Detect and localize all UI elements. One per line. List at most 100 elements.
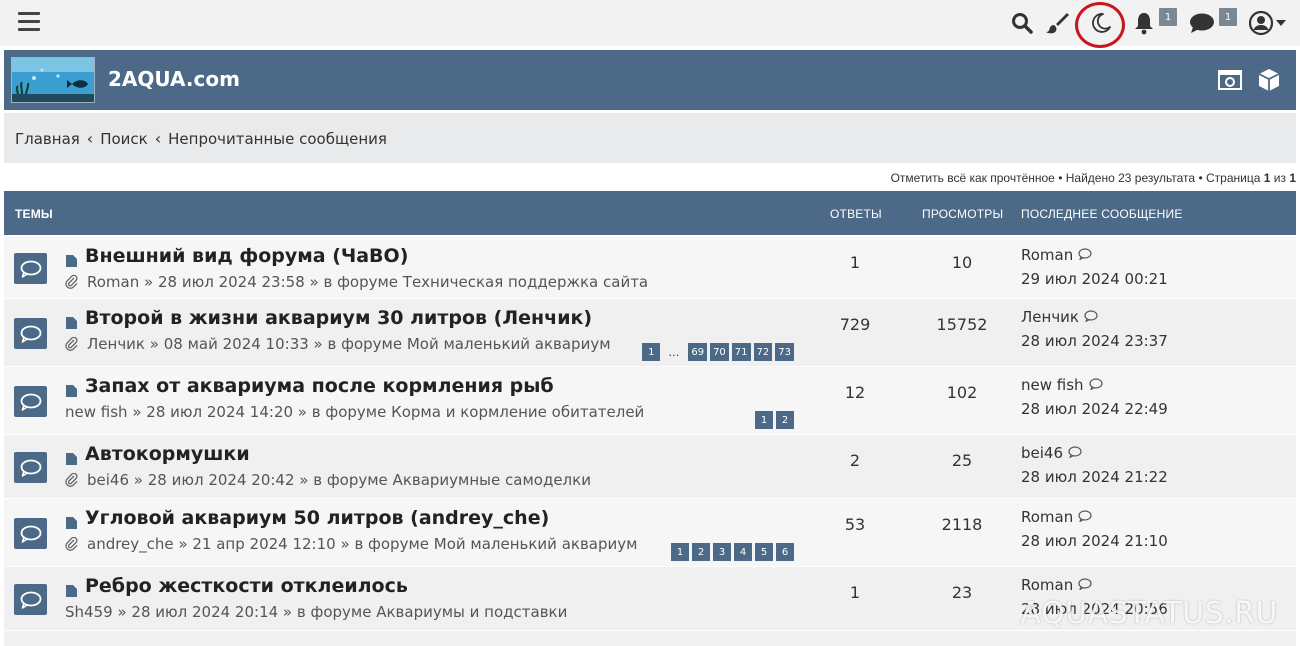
topic-date: » 28 июл 2024 14:20 » [132,403,307,421]
page-link[interactable]: 69 [688,343,708,361]
col-replies: ОТВЕТЫ [830,207,882,221]
messages-button[interactable]: 1 [1189,0,1237,46]
watermark: AQUASTATUS.RU [1020,596,1278,631]
page-link[interactable]: 1 [642,343,661,361]
mark-all-read-link[interactable]: Отметить всё как прочтённое [891,171,1055,185]
topic-author[interactable]: Sh459 [65,603,113,621]
gallery-icon[interactable] [1218,68,1242,96]
page-link[interactable]: 4 [734,543,752,561]
page-link[interactable]: 3 [713,543,731,561]
topic-author[interactable]: andrey_che [87,535,174,553]
replies-count: 12 [844,383,866,402]
table-row[interactable]: Второй в жизни аквариум 30 литров (Ленчи… [4,298,1296,366]
last-post-user[interactable]: Roman [1021,508,1168,526]
search-icon[interactable] [1011,0,1033,46]
last-post-user[interactable]: Roman [1021,576,1168,594]
topic-meta: andrey_che » 21 апр 2024 12:10 » в форум… [65,535,637,553]
last-post-date: 28 июл 2024 21:10 [1021,532,1168,550]
go-to-post-icon[interactable] [1084,376,1103,394]
go-to-post-icon[interactable] [1073,508,1092,526]
breadcrumb-unread[interactable]: Непрочитанные сообщения [168,130,387,148]
last-post: Roman 28 июл 2024 21:10 [1021,508,1168,550]
highlight-ring [1075,2,1125,48]
last-post-user[interactable]: Ленчик [1021,308,1168,326]
topic-date: » 28 июл 2024 20:14 » [117,603,293,621]
user-menu-button[interactable] [1249,0,1286,46]
breadcrumb-home[interactable]: Главная [15,130,80,148]
last-post-user[interactable]: bei46 [1021,444,1168,462]
site-title[interactable]: 2AQUA.com [108,67,240,91]
attachment-icon [65,337,79,351]
topic-author[interactable]: Roman [87,273,139,291]
topic-icon[interactable] [14,253,47,284]
views-count: 2118 [941,515,983,534]
page-current: 1 [1263,171,1271,185]
topic-pagination: 1 … 69 70 71 72 73 [639,343,794,361]
last-post-user[interactable]: Roman [1021,246,1168,264]
document-icon [66,250,77,267]
page-link[interactable]: 2 [776,411,794,429]
topic-title[interactable]: Запах от аквариума после кормления рыб [66,375,554,397]
last-post-user[interactable]: new fish [1021,376,1168,394]
action-bar: Отметить всё как прочтённое • Найдено 23… [891,171,1296,185]
menu-icon[interactable] [18,12,40,32]
chat-icon [1190,13,1214,33]
topic-author[interactable]: bei46 [87,471,129,489]
go-to-post-icon[interactable] [1079,308,1098,326]
col-views: ПРОСМОТРЫ [922,207,1004,221]
topic-title[interactable]: Автокормушки [66,443,250,465]
topic-forum[interactable]: в форуме Аквариумы и подставки [297,603,567,621]
page-link[interactable]: 1 [671,543,689,561]
topic-title[interactable]: Ребро жесткости отклеилось [66,575,408,597]
topic-author[interactable]: Ленчик [87,335,145,353]
go-to-post-icon[interactable] [1073,576,1092,594]
topic-icon[interactable] [14,386,47,417]
topic-forum[interactable]: в форуме Мой маленький аквариум [354,535,637,553]
go-to-post-icon[interactable] [1073,246,1092,264]
topic-icon[interactable] [14,584,47,615]
site-logo[interactable] [11,57,95,103]
notifications-button[interactable]: 1 [1133,0,1177,46]
topic-title[interactable]: Угловой аквариум 50 литров (andrey_che) [66,507,549,529]
topic-icon[interactable] [14,452,47,483]
dark-mode-toggle[interactable] [1075,0,1125,48]
topic-forum[interactable]: в форуме Мой маленький аквариум [328,335,611,353]
document-icon [66,580,77,597]
topic-icon[interactable] [14,518,47,549]
last-post: new fish 28 июл 2024 22:49 [1021,376,1168,418]
page-link[interactable]: 70 [710,343,729,361]
topic-icon[interactable] [14,318,47,349]
page-link[interactable]: 71 [731,343,751,361]
topic-forum[interactable]: в форуме Корма и кормление обитателей [312,403,645,421]
topic-date: » 28 июл 2024 23:58 » [144,273,319,291]
page-link[interactable]: 2 [692,543,710,561]
document-icon [66,512,77,529]
brush-icon[interactable] [1045,0,1069,46]
topic-title[interactable]: Внешний вид форума (ЧаВО) [66,245,408,267]
cube-icon[interactable] [1258,68,1280,96]
page-link[interactable]: 1 [755,411,773,429]
document-icon [66,312,77,329]
go-to-post-icon[interactable] [1063,444,1082,462]
page-link[interactable]: 5 [755,543,773,561]
page-link[interactable]: 6 [776,543,794,561]
table-row[interactable]: Запах от аквариума после кормления рыб ne… [4,366,1296,434]
breadcrumb-search[interactable]: Поиск [100,130,148,148]
table-row[interactable]: Автокормушки bei46 » 28 июл 2024 20:42 » … [4,434,1296,498]
page-link[interactable]: 73 [775,343,794,361]
table-row[interactable]: Внешний вид форума (ЧаВО) Roman » 28 июл … [4,236,1296,298]
header-icons [1202,68,1280,96]
topic-pagination: 12 [752,411,794,429]
replies-count: 53 [844,515,866,534]
views-count: 102 [946,383,978,402]
user-icon [1249,10,1274,36]
topic-title[interactable]: Второй в жизни аквариум 30 литров (Ленчи… [66,307,592,329]
page-link[interactable]: 72 [753,343,773,361]
messages-badge: 1 [1219,8,1237,26]
page-of: из [1273,171,1286,185]
table-row[interactable]: Угловой аквариум 50 литров (andrey_che)a… [4,498,1296,566]
topic-title-text: Угловой аквариум 50 литров (andrey_che) [85,507,550,529]
topic-forum[interactable]: в форуме Аквариумные самоделки [313,471,591,489]
topic-forum[interactable]: в форуме Техническая поддержка сайта [323,273,648,291]
topic-author[interactable]: new fish [65,403,128,421]
